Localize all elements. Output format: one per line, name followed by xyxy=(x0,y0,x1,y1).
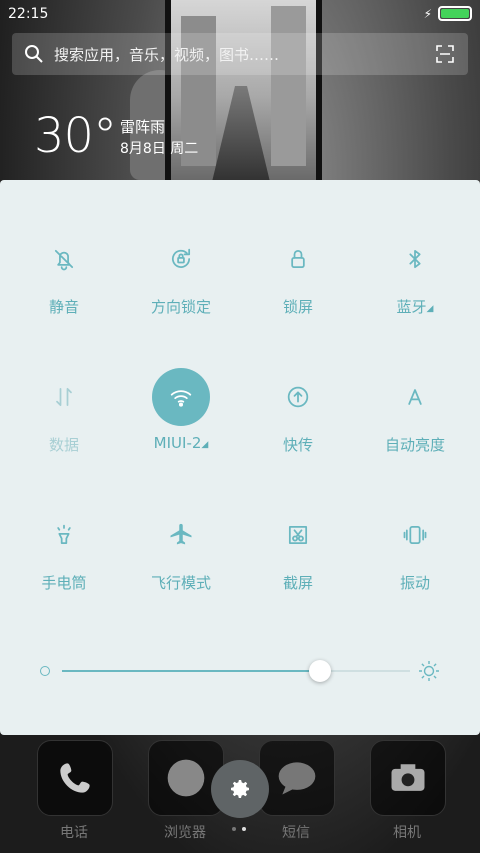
screenshot-icon-wrap xyxy=(269,506,327,564)
wifi-icon xyxy=(170,390,192,407)
bell-off-icon-wrap xyxy=(35,230,93,288)
brightness-high-icon xyxy=(419,661,439,681)
brightness-low-icon xyxy=(40,666,50,676)
tile-label: 飞行模式 xyxy=(151,572,211,593)
dock-label: 浏览器 xyxy=(164,825,206,841)
tile-label: 手电筒 xyxy=(41,572,86,593)
tile-label: MIUI-2◢ xyxy=(154,434,209,452)
dock-app-phone[interactable] xyxy=(37,740,113,816)
tile-bell-off[interactable]: 静音 xyxy=(4,230,124,340)
screenshot-icon xyxy=(288,525,308,545)
weather-date: 8月8日 周二 xyxy=(120,141,199,157)
phone-icon xyxy=(60,763,90,793)
charging-icon: ⚡ xyxy=(423,6,432,21)
battery-icon xyxy=(438,6,472,21)
tile-label: 快传 xyxy=(283,434,313,455)
tile-label-text: 自动亮度 xyxy=(384,436,445,454)
search-icon xyxy=(25,45,43,63)
tile-flashlight[interactable]: 手电筒 xyxy=(4,506,124,616)
lock-icon-wrap xyxy=(269,230,327,288)
wallpaper-phone xyxy=(165,0,322,202)
tile-transfer[interactable]: 快传 xyxy=(238,368,358,478)
tile-label-text: 飞行模式 xyxy=(150,574,211,592)
expand-arrow-icon: ◢ xyxy=(201,440,209,450)
airplane-icon-wrap xyxy=(152,506,210,564)
tile-bluetooth[interactable]: 蓝牙◢ xyxy=(355,230,475,340)
airplane-icon xyxy=(170,523,192,545)
vibrate-icon-wrap xyxy=(386,506,444,564)
dock-label: 相机 xyxy=(393,825,421,841)
control-panel: 静音 方向锁定 锁屏 蓝牙◢ 数据 MIUI-2◢ 快传 自动亮度 手电筒 飞行模式 截屏 振动 xyxy=(0,180,480,735)
brightness-thumb[interactable] xyxy=(308,660,331,682)
tile-screenshot[interactable]: 截屏 xyxy=(238,506,358,616)
tile-label: 锁屏 xyxy=(283,296,313,317)
tile-label: 静音 xyxy=(49,296,79,317)
brightness-track[interactable] xyxy=(62,660,410,682)
rotation-lock-icon-wrap xyxy=(152,230,210,288)
lock-icon xyxy=(291,249,305,269)
tile-label-text: 振动 xyxy=(399,574,430,592)
dock-label: 短信 xyxy=(282,825,310,841)
dock-label: 电话 xyxy=(60,825,88,841)
message-icon xyxy=(278,762,316,795)
tile-label-text: 静音 xyxy=(48,298,79,316)
wifi-icon-wrap xyxy=(152,368,210,426)
tile-label-text: 蓝牙 xyxy=(396,298,427,316)
tile-label: 自动亮度 xyxy=(385,434,445,455)
page-indicator xyxy=(232,827,246,831)
flashlight-icon xyxy=(57,524,71,545)
weather-temperature: 30° xyxy=(34,108,117,164)
status-time: 22:15 xyxy=(8,6,49,22)
tile-label-text: 截屏 xyxy=(282,574,313,592)
data-icon-wrap xyxy=(35,368,93,426)
tile-label-text: MIUI-2 xyxy=(153,434,202,452)
search-bar[interactable]: 搜索应用，音乐，视频，图书…… xyxy=(12,33,468,75)
dock-app-camera[interactable] xyxy=(370,740,446,816)
tile-label: 数据 xyxy=(49,434,79,455)
tile-data[interactable]: 数据 xyxy=(4,368,124,478)
data-icon xyxy=(56,387,72,407)
settings-button[interactable] xyxy=(211,760,269,818)
tile-label-text: 数据 xyxy=(48,436,79,454)
bluetooth-icon-wrap xyxy=(386,230,444,288)
tile-label: 截屏 xyxy=(283,572,313,593)
search-placeholder: 搜索应用，音乐，视频，图书…… xyxy=(54,45,280,64)
bluetooth-icon xyxy=(409,249,421,269)
auto-brightness-icon-wrap xyxy=(386,368,444,426)
tile-rotation-lock[interactable]: 方向锁定 xyxy=(121,230,241,340)
tile-label: 方向锁定 xyxy=(151,296,211,317)
transfer-icon-wrap xyxy=(269,368,327,426)
gear-icon xyxy=(231,780,249,798)
vibrate-icon xyxy=(403,525,427,545)
scan-icon[interactable] xyxy=(436,45,454,63)
tile-lock[interactable]: 锁屏 xyxy=(238,230,358,340)
expand-arrow-icon: ◢ xyxy=(426,304,434,314)
tile-label-text: 锁屏 xyxy=(282,298,313,316)
tile-label: 蓝牙◢ xyxy=(397,296,434,317)
tile-airplane[interactable]: 飞行模式 xyxy=(121,506,241,616)
tile-wifi[interactable]: MIUI-2◢ xyxy=(121,368,241,478)
status-bar: 22:15 ⚡ xyxy=(0,0,480,28)
brightness-slider[interactable] xyxy=(40,660,450,682)
rotation-lock-icon xyxy=(171,248,191,268)
auto-brightness-icon xyxy=(408,389,422,405)
tile-vibrate[interactable]: 振动 xyxy=(355,506,475,616)
tile-label: 振动 xyxy=(400,572,430,593)
camera-icon xyxy=(391,764,425,791)
tile-auto-brightness[interactable]: 自动亮度 xyxy=(355,368,475,478)
transfer-icon xyxy=(287,386,309,408)
bell-off-icon xyxy=(54,249,74,271)
dock-app-message[interactable] xyxy=(259,740,335,816)
tile-label-text: 快传 xyxy=(282,436,313,454)
browser-icon xyxy=(167,759,205,797)
tile-label-text: 方向锁定 xyxy=(150,298,211,316)
tile-label-text: 手电筒 xyxy=(41,574,87,592)
weather-condition: 雷阵雨 xyxy=(120,118,166,136)
flashlight-icon-wrap xyxy=(35,506,93,564)
